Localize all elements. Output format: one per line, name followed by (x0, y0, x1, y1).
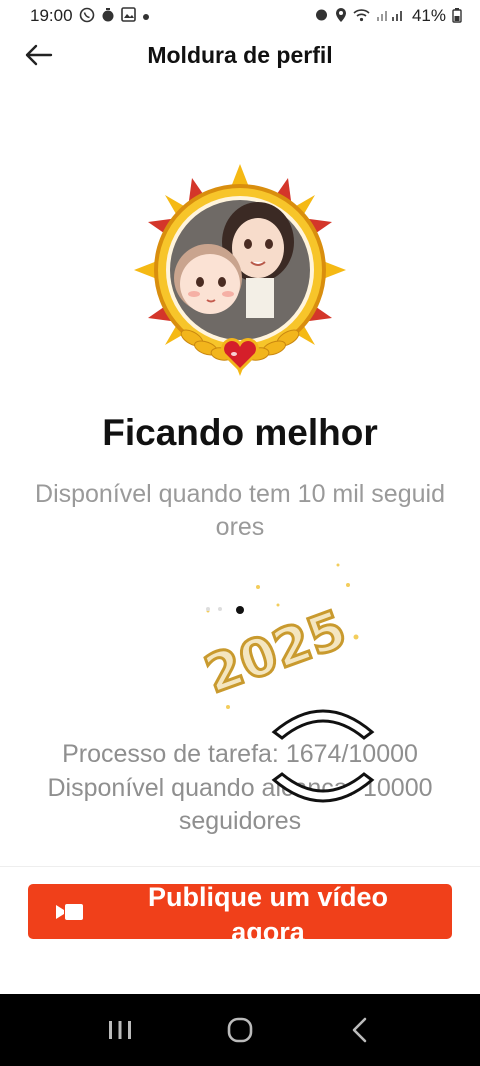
arrow-left-icon (25, 44, 53, 66)
whatsapp-icon (79, 7, 95, 26)
system-nav-bar (0, 994, 480, 1066)
alarm-icon (314, 7, 329, 25)
status-right: 41% (314, 6, 462, 26)
frame-title: Ficando melhor (102, 412, 378, 453)
task-progress: Processo de tarefa: 1674/10000 (62, 740, 418, 768)
back-button[interactable] (20, 38, 56, 72)
video-camera-icon (56, 902, 84, 922)
back-icon[interactable] (336, 1006, 384, 1054)
frame-description: Disponível quando tem 10 mil seguidores (35, 480, 445, 541)
wifi-icon (353, 8, 370, 25)
divider (0, 866, 480, 867)
profile-frame-preview (130, 160, 350, 380)
sticker-text: 2025 (196, 598, 356, 707)
status-time: 19:00 (30, 6, 73, 25)
top-app-bar: Moldura de perfil (0, 32, 480, 78)
dot-icon (142, 8, 150, 24)
status-left: 19:00 (30, 6, 150, 26)
signal-icon (376, 8, 406, 25)
svg-text:2025: 2025 (197, 600, 354, 706)
page-title: Moldura de perfil (147, 41, 333, 68)
gallery-icon (120, 7, 136, 25)
publish-video-button[interactable]: Publique um vídeo agora (28, 884, 452, 939)
task-requirement: Disponível quando alcançar 10000 seguido… (47, 774, 433, 835)
timer-icon (101, 7, 115, 26)
recent-apps-icon[interactable] (96, 1006, 144, 1054)
publish-video-label: Publique um vídeo agora (147, 884, 389, 939)
loading-indicator-icon (268, 700, 378, 812)
location-icon (335, 7, 347, 26)
sticker-2025: 2025 (178, 545, 368, 715)
battery-icon (452, 7, 462, 26)
status-bar: 19:00 41% (0, 0, 480, 32)
home-icon[interactable] (216, 1006, 264, 1054)
battery-percent: 41% (411, 6, 446, 25)
